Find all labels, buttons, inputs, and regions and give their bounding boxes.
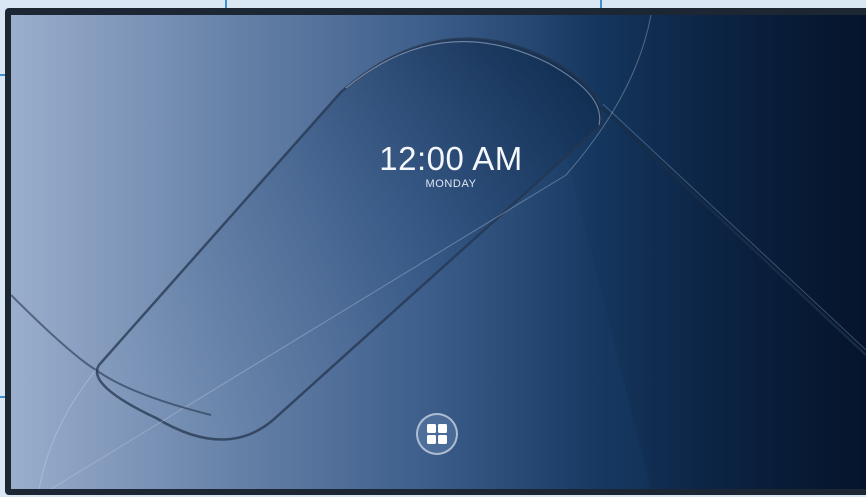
lock-screen-clock: 12:00 AM MONDAY [351,141,551,191]
guide-marker-top-right [600,0,602,8]
windows-grid-icon [427,424,447,444]
clock-day: MONDAY [425,178,477,190]
clock-time: 12:00 AM [379,140,523,177]
wallpaper-capsule [95,37,604,441]
lock-screen[interactable]: 12:00 AM MONDAY [11,15,866,489]
device-mockup-page: 12:00 AM MONDAY [0,0,866,497]
guide-marker-top-left [225,0,227,8]
start-button[interactable] [416,413,458,455]
wallpaper-left-arc [38,369,97,489]
